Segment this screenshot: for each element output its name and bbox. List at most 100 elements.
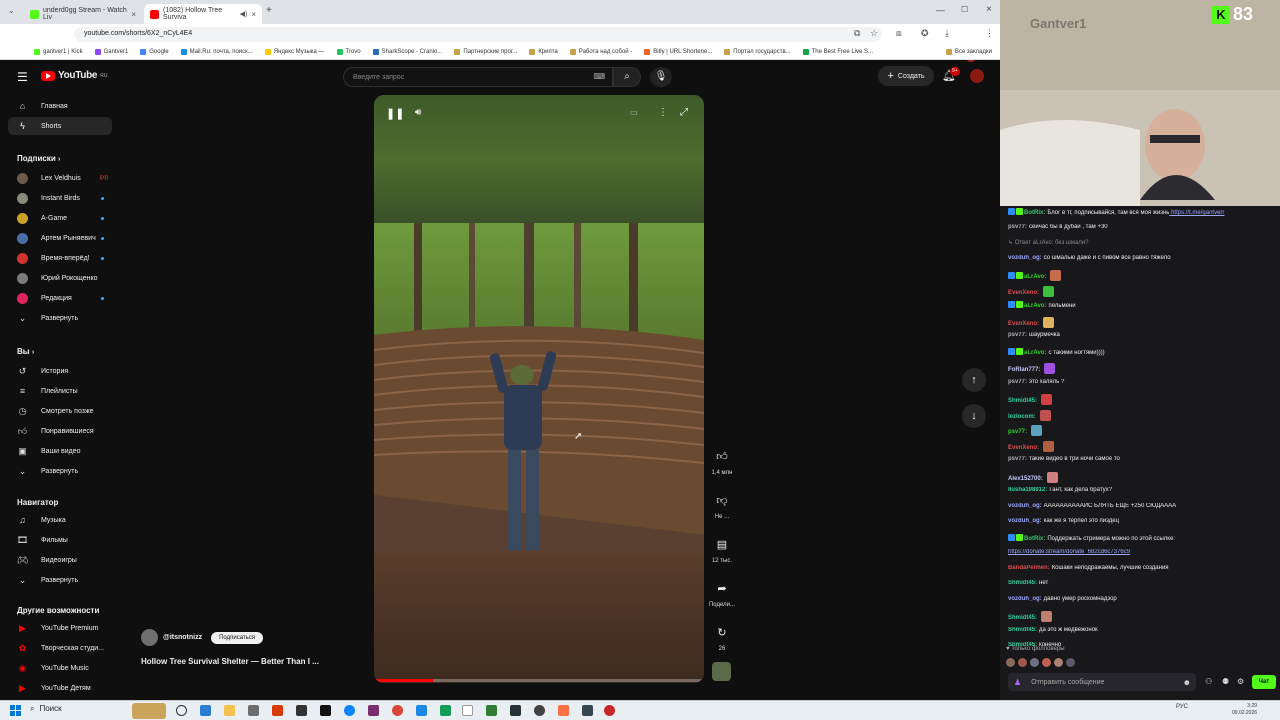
speaker-icon[interactable]: ◀) xyxy=(240,10,248,18)
app-icon[interactable] xyxy=(440,705,451,716)
app-icon[interactable] xyxy=(510,705,521,716)
menu-icon[interactable]: ⋮ xyxy=(985,28,994,39)
chat-username[interactable]: lezlocom: xyxy=(1008,414,1036,420)
sidebar-item-subscription[interactable]: Артем Рыняевич xyxy=(8,229,112,247)
microphone-icon[interactable]: 🎙 xyxy=(650,67,672,87)
sidebar-item-watch-later[interactable]: ◷ Смотреть позже xyxy=(8,402,112,420)
dislike-button[interactable]: 👎︎ Не ... xyxy=(708,488,736,521)
bookmark-item[interactable]: Крипта xyxy=(529,48,558,55)
emoji-icon[interactable]: ☻ xyxy=(1183,678,1191,687)
sidebar-item-subscription[interactable]: A-Game xyxy=(8,209,112,227)
chat-username[interactable]: vozduh_og: xyxy=(1008,596,1042,602)
new-tab-button[interactable]: + xyxy=(266,5,272,16)
chat-username[interactable]: Shmidt45: xyxy=(1008,627,1037,633)
chat-username[interactable]: psv77: xyxy=(1008,429,1027,435)
clock[interactable]: 3:29 09.02.2026 xyxy=(1232,703,1257,717)
chat-username[interactable]: aLrAvo: xyxy=(1024,274,1046,280)
app-icon[interactable] xyxy=(486,705,497,716)
more-options-icon[interactable]: ⋮ xyxy=(658,107,668,118)
short-video-player[interactable]: ❚❚ 🔊︎ ▭ ⋮ ⤢ ➚ xyxy=(374,95,704,683)
all-bookmarks[interactable]: Все закладки xyxy=(945,48,992,55)
chat-username[interactable]: Shmidt45: xyxy=(1008,615,1037,621)
bookmark-item[interactable]: Работа над собой - xyxy=(569,48,632,55)
sidebar-item-music[interactable]: ♫ Музыка xyxy=(8,511,112,529)
chat-username[interactable]: BotRix: xyxy=(1024,536,1045,542)
sidebar-item-expand[interactable]: ⌄ Развернуть xyxy=(8,571,112,589)
create-button[interactable]: + Создать xyxy=(878,66,934,86)
sidebar-item-expand[interactable]: ⌄ Развернуть xyxy=(8,309,112,327)
sidebar-item-playlists[interactable]: ≡ Плейлисты xyxy=(8,382,112,400)
chat-username[interactable]: BandaPelmen: xyxy=(1008,565,1050,571)
tab-youtube[interactable]: (1082) Hollow Tree Surviva ◀) × xyxy=(144,4,262,24)
cast-icon[interactable]: ⧉ xyxy=(854,28,860,39)
remix-button[interactable]: ↻ 26 xyxy=(708,620,736,653)
app-icon[interactable] xyxy=(604,705,615,716)
minimize-button[interactable]: — xyxy=(936,5,945,15)
bookmark-item[interactable]: Google xyxy=(140,48,169,55)
app-icon[interactable] xyxy=(248,705,259,716)
sidebar-item-shorts[interactable]: ϟ Shorts xyxy=(8,117,112,135)
progress-bar-track[interactable] xyxy=(374,679,704,682)
settings-gear-icon[interactable]: ⚙ xyxy=(1237,677,1244,686)
windows-start-icon[interactable] xyxy=(10,705,21,716)
bookmark-item[interactable]: Trovo xyxy=(336,48,361,55)
chat-message-input[interactable]: ♟ Отправить сообщение ☻ xyxy=(1008,673,1196,691)
sidebar-item-kids[interactable]: ▶ YouTube Детям xyxy=(8,679,112,697)
pause-icon[interactable]: ❚❚ xyxy=(386,107,404,120)
search-input[interactable]: Введите запрос ⌨ xyxy=(343,67,613,87)
app-icon[interactable] xyxy=(320,705,331,716)
account-avatar[interactable] xyxy=(970,69,984,83)
tools-icon[interactable]: ⚇ xyxy=(1205,677,1212,686)
previous-short-button[interactable]: ↑ xyxy=(962,368,986,392)
you-header[interactable]: Вы › xyxy=(17,347,34,356)
youtube-logo[interactable]: YouTube RU xyxy=(41,70,107,81)
app-icon[interactable] xyxy=(272,705,283,716)
chat-username[interactable]: psv77: xyxy=(1008,332,1027,338)
maximize-button[interactable]: ☐ xyxy=(961,5,968,14)
sidebar-item-history[interactable]: ↺ История xyxy=(8,362,112,380)
chat-link[interactable]: https://t.me/gantverr xyxy=(1169,210,1224,216)
sidebar-item-expand[interactable]: ⌄ Развернуть xyxy=(8,462,112,480)
close-icon[interactable]: × xyxy=(251,10,256,19)
input-language[interactable]: РУС xyxy=(1176,704,1188,710)
bookmark-star-icon[interactable]: ☆ xyxy=(870,28,878,39)
subscriptions-header[interactable]: Подписки › xyxy=(17,154,60,163)
comments-button[interactable]: ▤ 12 тыс. xyxy=(708,532,736,565)
explorer-icon[interactable] xyxy=(224,705,235,716)
chat-username[interactable]: Shmidt45: xyxy=(1008,398,1037,404)
tab-kick[interactable]: underd0gg Stream - Watch Liv × xyxy=(24,4,142,24)
widgets-icon[interactable] xyxy=(132,703,166,719)
sidebar-item-home[interactable]: ⌂ Главная xyxy=(8,97,112,115)
bookmark-item[interactable]: SharkScope - Cranio... xyxy=(372,48,442,55)
chat-username[interactable]: BotRix: xyxy=(1024,210,1045,216)
taskbar-search[interactable]: ⌕ Поиск xyxy=(30,704,62,714)
app-icon[interactable] xyxy=(534,705,545,716)
chat-username[interactable]: vozduh_og: xyxy=(1008,255,1042,261)
hamburger-menu-icon[interactable]: ☰ xyxy=(17,70,28,84)
chat-username[interactable]: Alex152700: xyxy=(1008,476,1043,482)
bookmark-item[interactable]: Яндекс Музыка — xyxy=(264,48,325,55)
chat-username[interactable]: psv77: xyxy=(1008,224,1027,230)
close-icon[interactable]: × xyxy=(131,10,136,19)
sidebar-item-your-videos[interactable]: ▣ Ваши видео xyxy=(8,442,112,460)
app-icon[interactable] xyxy=(558,705,569,716)
sidebar-item-music-app[interactable]: ◉ YouTube Music xyxy=(8,659,112,677)
app-icon[interactable] xyxy=(296,705,307,716)
app-icon[interactable] xyxy=(416,705,427,716)
sidebar-item-subscription[interactable]: Редакция xyxy=(8,289,112,307)
channel-name[interactable]: @itsnotnizz xyxy=(163,634,202,641)
bookmark-item[interactable]: Партнерские прог... xyxy=(454,48,517,55)
chat-username[interactable]: vozduh_og: xyxy=(1008,503,1042,509)
bookmark-item[interactable]: Mail.Ru: почта, поиск... xyxy=(180,48,253,55)
share-button[interactable]: ➦ Подели... xyxy=(708,576,736,609)
fullscreen-icon[interactable]: ⤢ xyxy=(680,107,688,118)
chat-username[interactable]: FoRlan777: xyxy=(1008,367,1040,373)
chrome-icon[interactable] xyxy=(392,705,403,716)
short-title[interactable]: Hollow Tree Survival Shelter — Better Th… xyxy=(141,657,319,666)
chat-username[interactable]: psv77: xyxy=(1008,379,1027,385)
chat-username[interactable]: aLrAvo: xyxy=(1024,303,1046,309)
app-icon[interactable] xyxy=(368,705,379,716)
search-button[interactable]: ⌕ xyxy=(613,67,641,87)
task-view-icon[interactable] xyxy=(176,705,187,716)
sidebar-item-gaming[interactable]: 🎮︎ Видеоигры xyxy=(8,551,112,569)
